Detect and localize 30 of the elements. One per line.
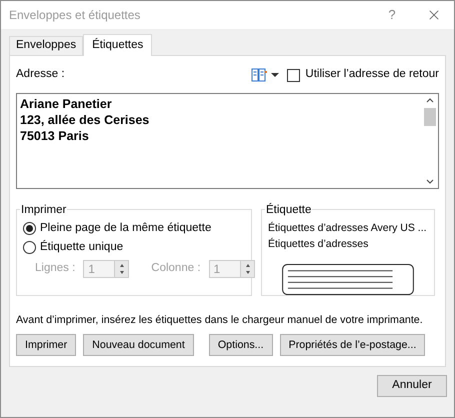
- checkbox[interactable]: [287, 68, 300, 82]
- address-line: 75013 Paris: [20, 128, 90, 144]
- spinner-label: Lignes :: [34, 261, 76, 276]
- tab[interactable]: Étiquettes: [83, 34, 152, 56]
- address-line: Ariane Panetier: [20, 96, 113, 112]
- address-book-button[interactable]: [251, 68, 280, 82]
- radio-label: Étiquette unique: [40, 239, 124, 255]
- address-line: 123, allée des Cerises: [20, 112, 150, 128]
- cancel-button[interactable]: Annuler: [377, 375, 447, 398]
- window-title: Enveloppes et étiquettes: [9, 7, 142, 24]
- address-field[interactable]: Ariane Panetier 123, allée des Cerises 75013 Paris: [16, 93, 439, 189]
- label-type-text: Étiquettes d’adresses Avery US ...: [268, 220, 427, 236]
- label-type-text: Étiquettes d’adresses: [268, 236, 368, 252]
- action-button[interactable]: Propriétés de l’e-postage...: [280, 334, 426, 356]
- dropdown-caret-icon: [271, 72, 280, 78]
- radio-button[interactable]: [23, 222, 36, 235]
- action-button[interactable]: Imprimer: [16, 334, 76, 356]
- action-button[interactable]: Nouveau document: [83, 334, 194, 356]
- tab[interactable]: Enveloppes: [9, 36, 84, 55]
- address-label: Adresse :: [16, 67, 66, 82]
- address-book-icon: [251, 68, 268, 82]
- spinner-label: Colonne :: [150, 261, 201, 276]
- radio-button[interactable]: [23, 241, 36, 254]
- label-preview-icon: [280, 264, 416, 295]
- action-button[interactable]: Options...: [208, 334, 273, 356]
- checkbox-label: Utiliser l’adresse de retour: [305, 67, 439, 82]
- instruction-text: Avant d’imprimer, insérez les étiquettes dans le chargeur manuel de votre imprimante.: [16, 313, 423, 328]
- help-button[interactable]: ?: [378, 5, 406, 25]
- scroll-thumb[interactable]: [424, 108, 436, 126]
- radio-label: Pleine page de la même étiquette: [40, 220, 212, 236]
